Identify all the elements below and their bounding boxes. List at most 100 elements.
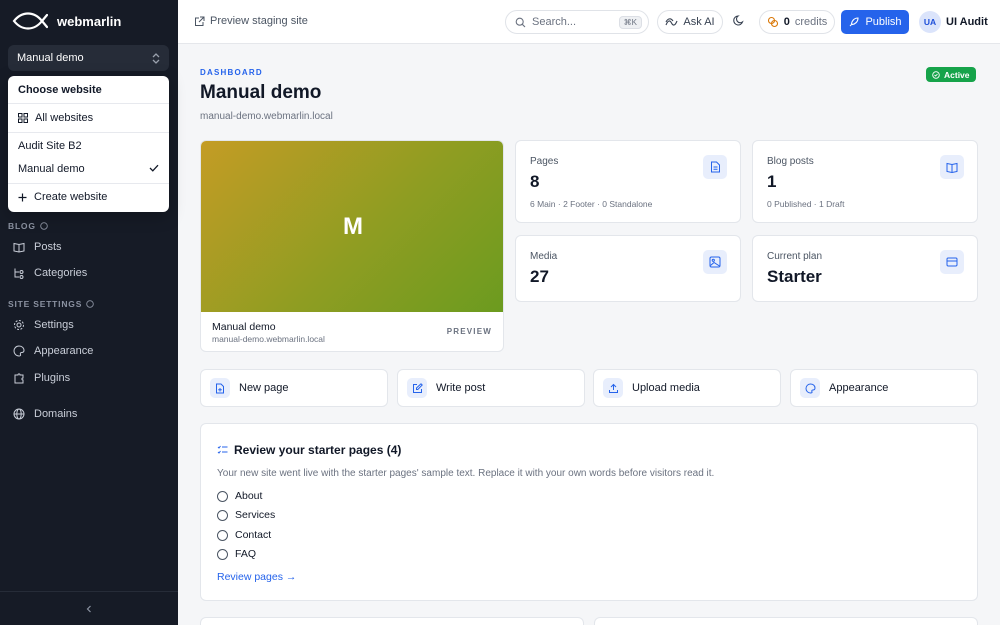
user-name[interactable]: UI Audit [946, 16, 988, 28]
write-post-button[interactable]: Write post [397, 369, 585, 407]
review-item-label: FAQ [235, 548, 257, 560]
stat-value: Starter [767, 267, 822, 286]
ask-ai-button[interactable]: Ask AI [657, 10, 723, 34]
site-settings-section-text: SITE SETTINGS [8, 299, 83, 309]
file-plus-icon [210, 378, 230, 398]
stat-card-pages[interactable]: Pages 8 6 Main · 2 Footer · 0 Standalone [515, 140, 741, 223]
stat-card-media[interactable]: Media 27 [515, 235, 741, 302]
review-starter-pages-card: Review your starter pages (4) Your new s… [200, 423, 978, 601]
pencil-square-icon [407, 378, 427, 398]
action-label: Write post [436, 382, 486, 394]
review-pages-link[interactable]: Review pages → [217, 571, 296, 583]
moon-icon[interactable] [733, 14, 745, 26]
external-link-icon [194, 16, 205, 27]
review-item-label: Services [235, 509, 276, 521]
menu-item-site-audit-b2[interactable]: Audit Site B2 [18, 137, 159, 155]
ai-waves-icon [665, 17, 678, 27]
sidebar-item-categories[interactable]: Categories [8, 262, 169, 284]
credits-button[interactable]: 0 credits [759, 10, 835, 34]
credit-card-icon [940, 250, 964, 274]
sidebar-item-appearance[interactable]: Appearance [8, 340, 169, 362]
site-name: Manual demo [212, 321, 276, 333]
sidebar-item-label: Settings [34, 319, 74, 331]
review-title-text: Review your starter pages (4) [234, 443, 402, 457]
search-icon [515, 17, 526, 28]
book-open-icon [940, 155, 964, 179]
sidebar-item-domains[interactable]: Domains [8, 403, 169, 425]
checkbox-circle[interactable] [217, 529, 228, 541]
search-input[interactable]: Search... ⌘K [505, 10, 649, 34]
plus-icon [18, 193, 27, 202]
blog-section-text: BLOG [8, 221, 36, 231]
rocket-icon [848, 16, 860, 28]
review-item-contact[interactable]: Contact [217, 529, 271, 541]
appearance-button[interactable]: Appearance [790, 369, 978, 407]
palette-icon [800, 378, 820, 398]
puzzle-icon [13, 372, 25, 384]
search-placeholder: Search... [532, 16, 577, 28]
brand-name: webmarlin [57, 13, 122, 29]
menu-item-label: Audit Site B2 [18, 140, 82, 152]
page-eyebrow: DASHBOARD [200, 68, 263, 77]
preview-link-label: Preview staging site [210, 15, 308, 27]
credits-label: credits [794, 16, 828, 28]
stat-value: 27 [530, 267, 549, 286]
divider [8, 183, 169, 184]
publish-button[interactable]: Publish [841, 10, 909, 34]
preview-staging-link[interactable]: Preview staging site [194, 15, 308, 27]
review-item-services[interactable]: Services [217, 509, 275, 521]
page-domain: manual-demo.webmarlin.local [200, 111, 333, 122]
new-page-button[interactable]: New page [200, 369, 388, 407]
sidebar-item-label: Categories [34, 267, 88, 279]
review-item-label: About [235, 490, 263, 502]
collapse-sidebar-button[interactable] [0, 591, 178, 625]
stat-label: Media [530, 251, 558, 262]
divider [8, 103, 169, 104]
review-description: Your new site went live with the starter… [217, 468, 715, 479]
website-switcher[interactable]: Manual demo [8, 45, 169, 71]
menu-item-label: All websites [35, 112, 94, 124]
avatar[interactable]: UA [919, 11, 941, 33]
stat-card-blog-posts[interactable]: Blog posts 1 0 Published · 1 Draft [752, 140, 978, 223]
action-label: Upload media [632, 382, 700, 394]
blog-section-label: BLOG [8, 221, 48, 231]
preview-label[interactable]: PREVIEW [447, 327, 492, 336]
review-item-label: Contact [235, 529, 272, 541]
check-circle-icon [932, 70, 940, 79]
grid-icon [18, 113, 28, 123]
review-item-faq[interactable]: FAQ [217, 548, 256, 560]
sidebar-item-settings[interactable]: Settings [8, 314, 169, 336]
ask-ai-label: Ask AI [683, 16, 715, 28]
image-icon [703, 250, 727, 274]
menu-item-site-manual-demo[interactable]: Manual demo [18, 160, 159, 178]
stat-label: Pages [530, 156, 559, 167]
checkbox-circle[interactable] [217, 490, 228, 502]
fish-logo-icon [12, 12, 48, 30]
chevron-up-down-icon [152, 52, 160, 64]
upload-media-button[interactable]: Upload media [593, 369, 781, 407]
checkbox-circle[interactable] [217, 509, 228, 521]
status-badge: Active [926, 67, 976, 82]
lower-card-left [200, 617, 584, 625]
website-switcher-label: Manual demo [17, 52, 84, 64]
menu-item-create-website[interactable]: Create website [18, 188, 159, 206]
stat-note: 0 Published · 1 Draft [767, 199, 845, 209]
site-domain: manual-demo.webmarlin.local [212, 334, 325, 344]
stat-value: 1 [767, 172, 777, 191]
book-open-icon [13, 241, 25, 253]
sidebar-item-posts[interactable]: Posts [8, 236, 169, 258]
site-preview-card[interactable]: M Manual demo manual-demo.webmarlin.loca… [200, 140, 504, 352]
stat-card-current-plan[interactable]: Current plan Starter [752, 235, 978, 302]
brand-logo[interactable]: webmarlin [12, 12, 121, 30]
info-icon [40, 222, 48, 230]
review-item-about[interactable]: About [217, 490, 262, 502]
check-icon [149, 164, 159, 172]
publish-label: Publish [865, 16, 902, 28]
stat-value: 8 [530, 172, 540, 191]
sidebar-item-label: Domains [34, 408, 78, 420]
menu-item-all-websites[interactable]: All websites [18, 109, 159, 127]
checkbox-circle[interactable] [217, 548, 228, 560]
topbar: Preview staging site Search... ⌘K Ask AI… [178, 0, 1000, 44]
sidebar-item-plugins[interactable]: Plugins [8, 367, 169, 389]
menu-item-label: Manual demo [18, 163, 85, 175]
